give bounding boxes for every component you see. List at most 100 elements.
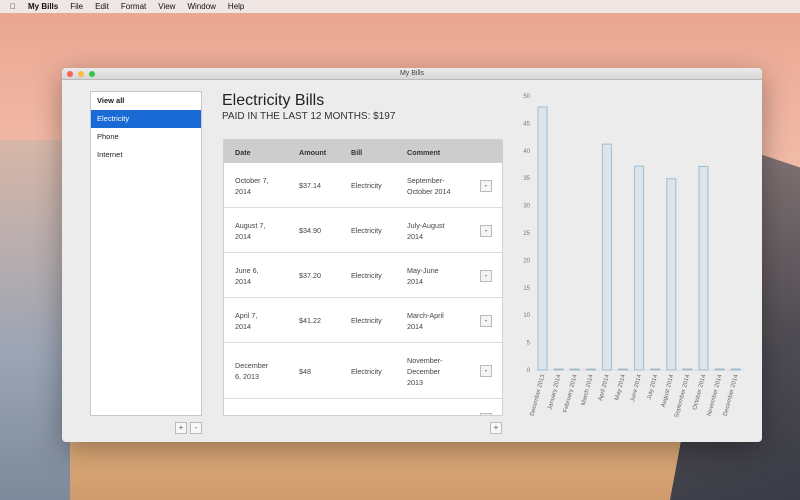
bar[interactable] [634,165,645,371]
cell-bill: Electricity [351,181,382,190]
remove-category-button[interactable]: - [190,422,202,434]
cell-date: December [235,361,269,370]
column-bill[interactable]: Bill [351,148,362,157]
bar[interactable] [601,143,612,371]
x-tick-label: December 2014 [723,373,740,416]
table-header: Date Amount Bill Comment [224,140,502,163]
apple-icon[interactable]:  [10,2,16,11]
sidebar-item-view-all[interactable]: View all [91,92,201,110]
x-tick-label: October 2014 [692,373,707,410]
y-tick-label: 35 [523,176,530,182]
bar[interactable] [537,106,548,371]
bar[interactable] [666,178,677,371]
y-tick-label: 45 [523,121,530,127]
bar[interactable] [585,368,596,371]
x-tick-label: December 2013 [530,373,547,416]
title-bar[interactable]: My Bills [62,68,762,80]
cell-amount: $37.14 [299,181,321,190]
zoom-button[interactable] [89,71,95,77]
menu-view[interactable]: View [158,2,175,11]
table-row[interactable]: June 6, 2014 $37.20 Electricity May-June 2014… [224,253,502,298]
cell-comment: May-June [407,265,439,275]
cell-date: 2014 [235,321,251,331]
x-tick-label: February 2014 [563,373,579,413]
x-tick-label: August 2014 [661,373,676,408]
monthly-bills-chart: 0 5 10 15 20 25 30 35 40 45 50 December 2013 January… [523,94,745,418]
remove-bill-button[interactable]: - [480,413,492,415]
table-row[interactable]: October 7, 2014 $37.14 Electricity September… [224,163,502,208]
add-bill-button[interactable]: + [490,422,502,434]
y-tick-label: 10 [523,313,530,319]
cell-date: August 7, [235,220,266,230]
cell-comment: December [407,366,441,376]
bar[interactable] [698,165,709,371]
bar[interactable] [553,368,564,371]
bar[interactable] [682,368,693,371]
sidebar-item-phone[interactable]: Phone [91,128,201,146]
y-tick-label: 0 [527,368,531,374]
cell-date: October 7, [235,175,269,185]
column-date[interactable]: Date [235,148,251,157]
menu-bar:  My Bills File Edit Format View Window … [0,0,800,13]
menu-format[interactable]: Format [121,2,146,11]
table-row[interactable]: August 7, 2014 $34.90 Electricity July-Augus… [224,208,502,253]
menu-window[interactable]: Window [187,2,215,11]
bar[interactable] [569,368,580,371]
remove-bill-button[interactable]: - [480,179,492,192]
table-row[interactable]: August 7, July-August - [224,399,502,416]
table-row[interactable]: April 7, 2014 $41.22 Electricity March-April… [224,298,502,343]
y-tick-label: 40 [523,149,530,155]
paid-summary: PAID IN THE LAST 12 MONTHS: $197 [222,111,396,122]
cell-comment: November- [407,355,443,365]
add-category-button[interactable]: + [175,422,187,434]
bar[interactable] [650,368,661,371]
cell-comment: July-August [407,414,445,416]
remove-bill-button[interactable]: - [480,224,492,237]
cell-bill: Electricity [351,366,382,376]
cell-comment: 2014 [407,231,423,241]
app-window: My Bills View all Electricity Phone Inte… [62,68,762,442]
y-tick-label: 15 [523,286,530,292]
x-tick-label: March 2014 [581,373,595,406]
sidebar-item-electricity[interactable]: Electricity [91,110,201,128]
column-comment[interactable]: Comment [407,148,440,157]
x-tick-label: September 2014 [674,373,691,418]
x-tick-label: November 2014 [707,373,724,416]
table-row[interactable]: December 6, 2013 $48 Electricity November- De… [224,343,502,399]
remove-bill-button[interactable]: - [480,269,492,282]
close-button[interactable] [67,71,73,77]
x-tick-label: June 2014 [630,373,643,402]
cell-comment: 2014 [407,276,423,286]
cell-date: 2014 [235,231,251,241]
remove-bill-button[interactable]: - [480,365,492,377]
cell-date: 2014 [235,186,251,196]
window-title: My Bills [399,70,425,77]
cell-amount: $37.20 [299,271,321,280]
y-tick-label: 5 [527,341,531,347]
bar[interactable] [714,368,725,371]
menu-file[interactable]: File [70,2,83,11]
minimize-button[interactable] [78,71,84,77]
x-tick-label: July 2014 [647,373,660,400]
cell-date: 2014 [235,276,251,286]
x-tick-label: April 2014 [598,373,611,401]
bar[interactable] [618,368,628,371]
bills-table: Date Amount Bill Comment October 7, 2014 $… [223,139,503,416]
menu-help[interactable]: Help [228,2,244,11]
cell-comment: March-April [407,310,444,320]
menu-edit[interactable]: Edit [95,2,109,11]
cell-amount: $34.90 [299,226,321,235]
x-tick-label: January 2014 [547,373,562,410]
bill-category-list: View all Electricity Phone Internet [90,91,202,416]
remove-bill-button[interactable]: - [480,314,492,327]
cell-date: 6, 2013 [235,372,259,381]
sidebar-item-internet[interactable]: Internet [91,146,201,164]
cell-comment: September- [407,175,445,185]
menu-app[interactable]: My Bills [28,2,58,11]
wallpaper-cloud [0,140,70,500]
x-tick-label: May 2014 [614,373,627,401]
y-tick-label: 25 [523,231,530,237]
cell-bill: Electricity [351,226,382,235]
bar[interactable] [730,368,741,371]
column-amount[interactable]: Amount [299,148,326,157]
